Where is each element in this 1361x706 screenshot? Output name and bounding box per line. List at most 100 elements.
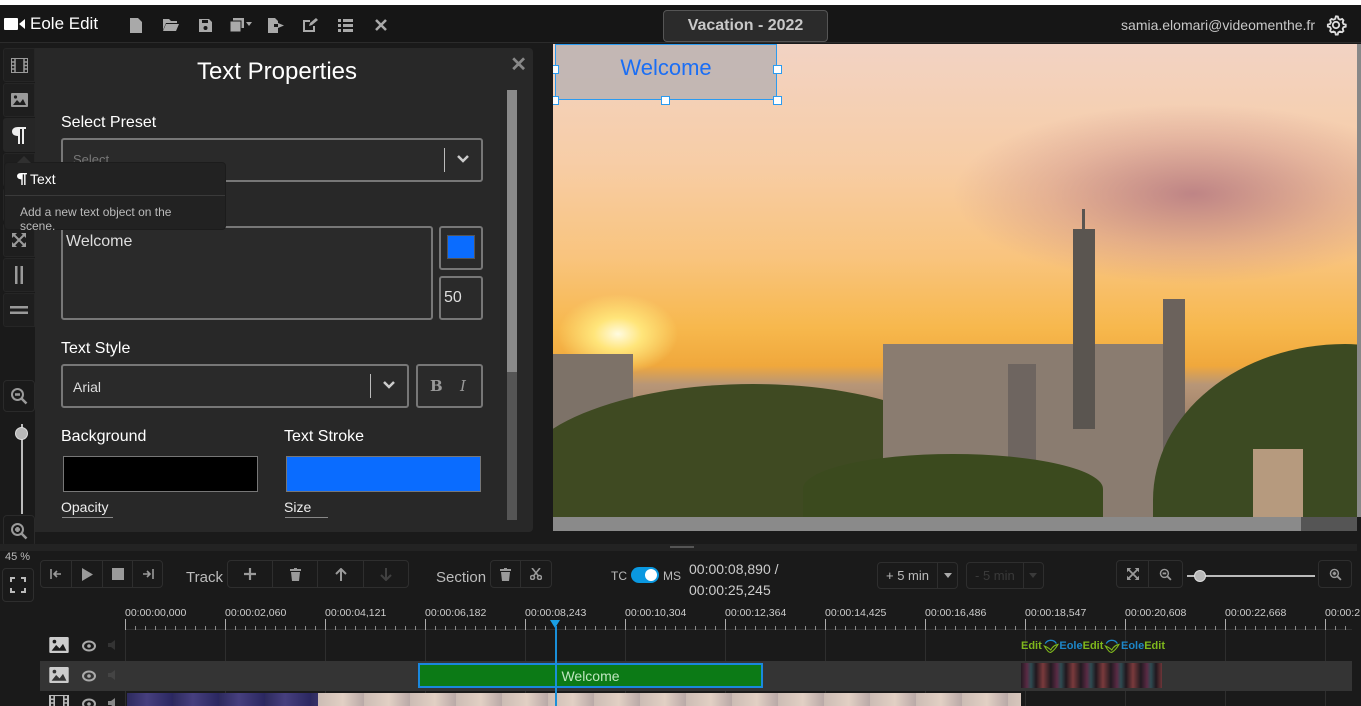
video-clip-1[interactable] — [127, 693, 318, 706]
volume-icon[interactable] — [108, 669, 118, 681]
remove-5-min-dropdown[interactable] — [1024, 563, 1043, 588]
splitter-grip[interactable] — [670, 546, 694, 548]
move-track-down-button[interactable] — [364, 561, 408, 587]
tick-minor — [575, 626, 576, 630]
panel-splitter[interactable] — [0, 544, 1357, 551]
timecode-format-toggle[interactable] — [631, 567, 659, 583]
tick-minor — [1235, 626, 1236, 630]
tick-major — [925, 619, 926, 630]
eye-icon[interactable] — [82, 697, 96, 706]
save-button[interactable] — [188, 15, 223, 35]
gear-icon[interactable] — [1325, 14, 1347, 36]
rail-vertical-split-button[interactable] — [3, 258, 35, 292]
timeline-zoom-slider-track[interactable] — [1187, 575, 1315, 577]
track-header — [40, 631, 126, 661]
panel-close-button[interactable]: ✕ — [510, 52, 527, 77]
duplicate-button[interactable] — [223, 15, 258, 35]
timeline-zoom-out-button[interactable] — [1149, 561, 1182, 587]
volume-icon[interactable] — [108, 639, 118, 651]
video-clip-2[interactable] — [318, 693, 1021, 706]
add-track-button[interactable] — [228, 561, 273, 587]
tick-minor — [745, 626, 746, 630]
new-file-button[interactable] — [118, 15, 153, 35]
add-5-min-label[interactable]: + 5 min — [878, 563, 938, 588]
logo-clip[interactable]: Edit Eole Edit Eole Edit — [1021, 634, 1165, 658]
export-button[interactable] — [258, 15, 293, 35]
vertical-zoom-slider-handle[interactable] — [15, 427, 28, 440]
fit-timeline-button[interactable] — [1117, 561, 1149, 587]
rail-video-button[interactable] — [3, 48, 35, 82]
go-to-end-button[interactable] — [133, 561, 162, 587]
paragraph-icon — [17, 173, 27, 185]
timeline-ruler[interactable]: 00:00:00,000 00:00:02,060 00:00:04,121 00:0… — [125, 600, 1360, 630]
tick-minor — [845, 626, 846, 630]
rail-horizontal-split-button[interactable] — [3, 293, 35, 327]
zoom-out-button[interactable] — [3, 380, 35, 412]
open-button[interactable] — [153, 15, 188, 35]
add-5-min-dropdown[interactable] — [938, 563, 957, 588]
resize-handle-left[interactable] — [553, 65, 559, 74]
rail-text-button[interactable] — [3, 118, 35, 152]
project-title-button[interactable]: Vacation - 2022 — [663, 10, 828, 42]
text-overlay-box[interactable]: Welcome — [555, 44, 777, 100]
stroke-color-picker[interactable] — [286, 456, 481, 492]
resize-handle-bottom[interactable] — [661, 96, 670, 105]
move-track-up-button[interactable] — [318, 561, 364, 587]
timecode-display: 00:00:08,890 / 00:00:25,245 — [689, 559, 779, 601]
user-email[interactable]: samia.elomari@videomenthe.fr — [1121, 17, 1315, 33]
stop-button[interactable] — [103, 561, 133, 587]
play-button[interactable] — [72, 561, 103, 587]
panel-scrollbar[interactable] — [507, 90, 517, 520]
preview-scrollbar-thumb[interactable] — [1301, 517, 1357, 531]
tick-minor — [665, 626, 666, 630]
playhead-line[interactable] — [555, 626, 557, 706]
remove-5-min-button[interactable]: - 5 min — [966, 562, 1044, 589]
stroke-size-slider[interactable] — [285, 517, 328, 518]
resize-handle-bottom-left[interactable] — [553, 96, 559, 105]
tooltip-header: Text — [5, 163, 225, 196]
font-size-input[interactable]: 50 — [439, 276, 483, 320]
delete-track-button[interactable] — [273, 561, 318, 587]
tick-minor — [755, 626, 756, 630]
opacity-slider[interactable] — [62, 517, 113, 518]
tick-minor — [1295, 626, 1296, 630]
timeline-zoom-in-button[interactable] — [1319, 561, 1351, 587]
panel-scrollbar-thumb[interactable] — [507, 90, 517, 372]
welcome-text-clip[interactable]: Welcome — [418, 663, 763, 688]
timeline-zoom-slider-handle[interactable] — [1193, 570, 1206, 582]
zoom-in-button[interactable] — [3, 515, 35, 547]
video-preview[interactable]: Welcome — [553, 44, 1357, 517]
eye-icon[interactable] — [82, 669, 96, 683]
list-button[interactable] — [328, 15, 363, 35]
tick-minor — [795, 626, 796, 630]
vertical-split-icon — [15, 266, 23, 284]
rail-image-button[interactable] — [3, 83, 35, 117]
preview-vertical-scrollbar[interactable] — [1357, 44, 1361, 517]
remove-5-min-label[interactable]: - 5 min — [967, 563, 1024, 588]
close-project-button[interactable] — [363, 15, 398, 35]
edit-button[interactable] — [293, 15, 328, 35]
add-5-min-button[interactable]: + 5 min — [877, 562, 958, 589]
party-image-clip[interactable] — [1021, 663, 1162, 688]
cut-section-button[interactable] — [521, 561, 551, 587]
preview-horizontal-scrollbar[interactable] — [553, 517, 1357, 531]
font-size-value: 50 — [444, 289, 462, 306]
resize-handle-right[interactable] — [773, 65, 782, 74]
delete-section-button[interactable] — [491, 561, 521, 587]
eye-icon[interactable] — [82, 639, 96, 653]
volume-icon[interactable] — [108, 697, 118, 706]
tick-major — [525, 619, 526, 630]
go-to-start-button[interactable] — [41, 561, 72, 587]
font-family-select[interactable]: Arial — [61, 364, 409, 408]
text-style-label: Text Style — [61, 340, 131, 357]
background-color-picker[interactable] — [63, 456, 258, 492]
italic-toggle[interactable]: I — [460, 377, 466, 395]
opacity-label: Opacity — [61, 499, 109, 515]
tick-minor — [295, 626, 296, 630]
tick-minor — [905, 626, 906, 630]
fit-screen-button[interactable] — [2, 568, 34, 602]
text-color-picker[interactable] — [439, 226, 483, 270]
tick-minor — [1095, 626, 1096, 630]
bold-toggle[interactable]: B — [430, 377, 443, 395]
resize-handle-bottom-right[interactable] — [773, 96, 782, 105]
